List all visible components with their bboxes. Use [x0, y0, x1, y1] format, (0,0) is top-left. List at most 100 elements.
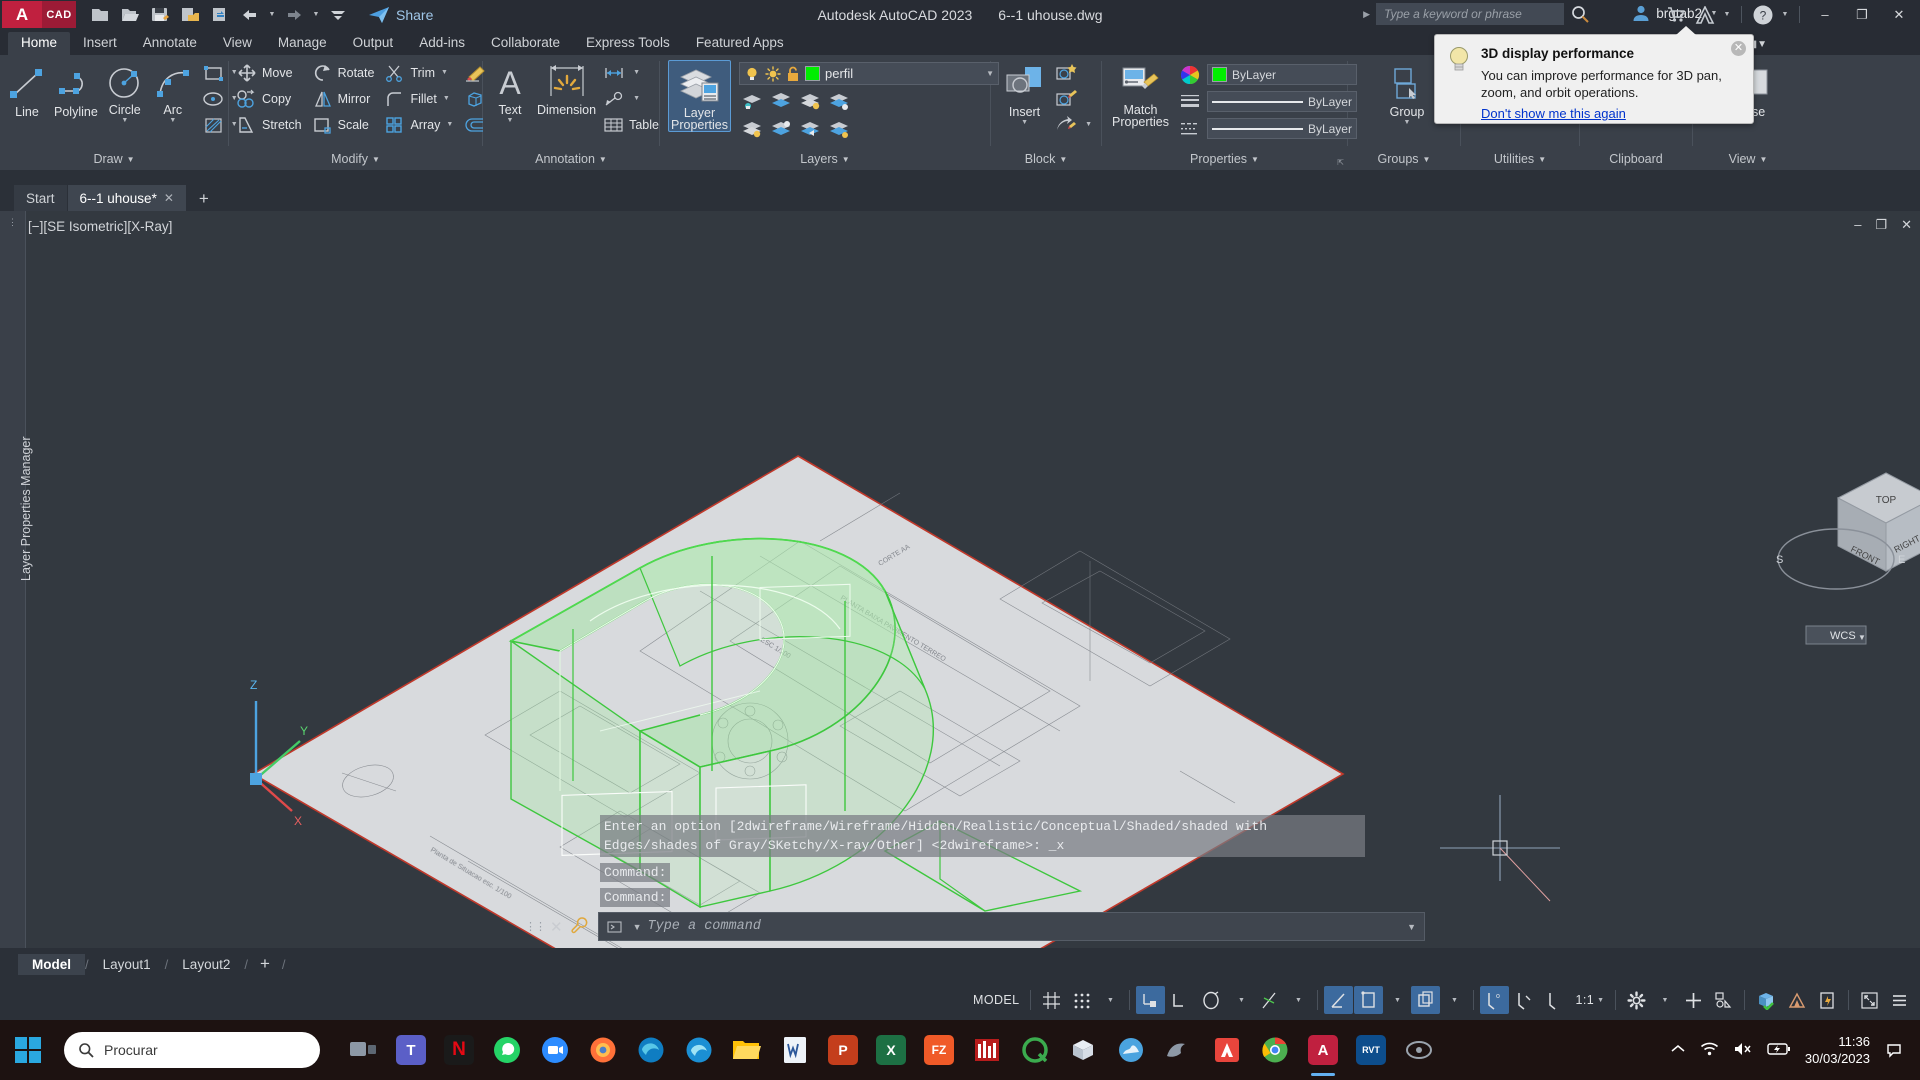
snap-caret-icon[interactable]: ▼: [1107, 997, 1114, 1004]
block-insert-button[interactable]: Insert ▼: [999, 60, 1050, 127]
panel-draw-expand-caret-icon[interactable]: ▼: [127, 155, 135, 164]
layer-unisolate-button[interactable]: [768, 88, 794, 113]
new-file-tab-button[interactable]: +: [187, 189, 221, 211]
viewport-label[interactable]: [−][SE Isometric][X-Ray]: [28, 219, 172, 234]
group-button[interactable]: Group ▼: [1377, 60, 1437, 127]
object-snap-tracking-toggle[interactable]: [1354, 986, 1384, 1014]
panel-groups-label[interactable]: Groups ▼: [1348, 148, 1460, 170]
modify-copy-button[interactable]: Copy: [233, 86, 307, 111]
netflix-icon[interactable]: N: [436, 1022, 482, 1078]
new-layout-button[interactable]: +: [248, 954, 282, 974]
draw-arc-dropdown-caret-icon[interactable]: ▼: [169, 117, 176, 125]
new-file-icon[interactable]: [86, 3, 114, 27]
ortho-dropdown[interactable]: ▼: [1228, 986, 1254, 1014]
draw-polyline-button[interactable]: Polyline: [52, 60, 100, 119]
file-tab-start[interactable]: Start: [14, 185, 67, 211]
tab-home[interactable]: Home: [8, 32, 71, 55]
volume-muted-icon[interactable]: [1733, 1041, 1753, 1060]
block-create-button[interactable]: [1052, 60, 1097, 85]
tab-featured-apps[interactable]: Featured Apps: [683, 32, 797, 55]
layer-color-swatch[interactable]: [804, 66, 820, 81]
search-input[interactable]: [1376, 3, 1564, 25]
layer-make-current-button[interactable]: [739, 116, 765, 141]
dynamic-input-toggle[interactable]: [1166, 986, 1195, 1014]
layout-tab-layout2[interactable]: Layout2: [168, 954, 244, 975]
property-linetype-combo[interactable]: ByLayer: [1206, 118, 1357, 139]
modify-fillet-button[interactable]: Fillet ▼: [381, 86, 458, 111]
viewport-close-icon[interactable]: ✕: [1901, 217, 1912, 233]
grid-display-toggle[interactable]: [1037, 986, 1066, 1014]
undo-icon[interactable]: [236, 3, 264, 27]
notification-dismiss-link[interactable]: Don't show me this again: [1481, 106, 1626, 121]
ortho-caret-icon[interactable]: ▼: [1238, 997, 1245, 1004]
annotation-scale-display[interactable]: 1:1 ▼: [1570, 986, 1609, 1014]
block-edit-button[interactable]: [1052, 86, 1097, 111]
tab-addins[interactable]: Add-ins: [406, 32, 478, 55]
panel-properties-expand-caret-icon[interactable]: ▼: [1251, 155, 1259, 164]
workspace-caret-icon[interactable]: ▼: [1662, 997, 1669, 1004]
panel-annotation-label[interactable]: Annotation ▼: [483, 148, 659, 170]
polar-caret-icon[interactable]: ▼: [1295, 997, 1302, 1004]
tab-express-tools[interactable]: Express Tools: [573, 32, 683, 55]
linear-dimension-dropdown-caret-icon[interactable]: ▼: [633, 69, 640, 76]
firefox-icon[interactable]: [580, 1022, 626, 1078]
notification-close-icon[interactable]: ✕: [1731, 41, 1746, 56]
block-edit-attribute-button[interactable]: ▼: [1052, 112, 1097, 137]
property-lineweight-combo[interactable]: ByLayer: [1206, 91, 1357, 112]
command-history-caret-icon[interactable]: ▼: [1407, 922, 1416, 932]
word-icon[interactable]: [772, 1022, 818, 1078]
snap-mode-toggle[interactable]: [1067, 986, 1096, 1014]
isolate-objects-button[interactable]: [1709, 986, 1738, 1014]
modify-trim-button[interactable]: Trim ▼: [381, 60, 458, 85]
adobe-icon[interactable]: [1204, 1022, 1250, 1078]
layer-properties-manager-panel[interactable]: ⋮ Layer Properties Manager: [0, 211, 33, 948]
layer-merge-button[interactable]: [826, 116, 852, 141]
clean-screen-button[interactable]: [1855, 986, 1884, 1014]
insert-dropdown-caret-icon[interactable]: ▼: [1021, 119, 1028, 127]
file-tab-uhouse[interactable]: 6--1 uhouse* ✕: [67, 185, 186, 211]
command-input-caret-icon[interactable]: ▼: [633, 922, 642, 932]
powerpoint-icon[interactable]: P: [820, 1022, 866, 1078]
notification-center-icon[interactable]: [1884, 1033, 1904, 1067]
text-dropdown-caret-icon[interactable]: ▼: [507, 117, 514, 125]
command-line-close-icon[interactable]: ✕: [550, 918, 563, 936]
open-file-icon[interactable]: [116, 3, 144, 27]
edit-attribute-dropdown-caret-icon[interactable]: ▼: [1085, 121, 1092, 128]
tab-annotate[interactable]: Annotate: [130, 32, 210, 55]
transparency-toggle[interactable]: [1510, 986, 1539, 1014]
cad-badge-icon[interactable]: CAD: [42, 1, 76, 28]
hardware-acceleration-button[interactable]: [1751, 986, 1782, 1014]
help-dropdown-caret-icon[interactable]: ▼: [1779, 11, 1791, 18]
cart-icon[interactable]: [1663, 3, 1689, 27]
file-tab-close-icon[interactable]: ✕: [164, 191, 174, 205]
annotation-leader-button[interactable]: ▼: [600, 86, 664, 111]
customization-menu-button[interactable]: [1885, 986, 1914, 1014]
tab-output[interactable]: Output: [340, 32, 407, 55]
revit-app-icon[interactable]: RVT: [1348, 1022, 1394, 1078]
panel-block-expand-caret-icon[interactable]: ▼: [1059, 155, 1067, 164]
infer-constraints-toggle[interactable]: [1136, 986, 1166, 1014]
modify-stretch-button[interactable]: Stretch: [233, 112, 307, 137]
edge-icon[interactable]: [628, 1022, 674, 1078]
fillet-dropdown-caret-icon[interactable]: ▼: [443, 95, 450, 102]
tab-view[interactable]: View: [210, 32, 265, 55]
array-dropdown-caret-icon[interactable]: ▼: [446, 121, 453, 128]
modify-rotate-button[interactable]: Rotate: [309, 60, 380, 85]
sketchup-icon[interactable]: [1060, 1022, 1106, 1078]
panel-draw-label[interactable]: Draw ▼: [0, 148, 228, 170]
annotation-monitor-toggle[interactable]: [1679, 986, 1708, 1014]
graphics-performance-button[interactable]: [1783, 986, 1812, 1014]
layout-tab-layout1[interactable]: Layout1: [89, 954, 165, 975]
draw-arc-button[interactable]: Arc ▼: [150, 60, 196, 125]
qgis-icon[interactable]: [1012, 1022, 1058, 1078]
osnap-dropdown[interactable]: ▼: [1441, 986, 1467, 1014]
layer-previous-button[interactable]: [797, 116, 823, 141]
annotation-text-button[interactable]: A Text ▼: [487, 60, 533, 125]
panel-groups-expand-caret-icon[interactable]: ▼: [1423, 155, 1431, 164]
viewport-restore-icon[interactable]: ❐: [1875, 217, 1887, 233]
rhino-icon[interactable]: [1156, 1022, 1202, 1078]
layer-match-button[interactable]: [768, 116, 794, 141]
autodesk-dropdown-caret-icon[interactable]: ▼: [1721, 11, 1733, 18]
polar-dropdown[interactable]: ▼: [1285, 986, 1311, 1014]
command-input[interactable]: ▼ Type a command ▼: [597, 912, 1425, 941]
